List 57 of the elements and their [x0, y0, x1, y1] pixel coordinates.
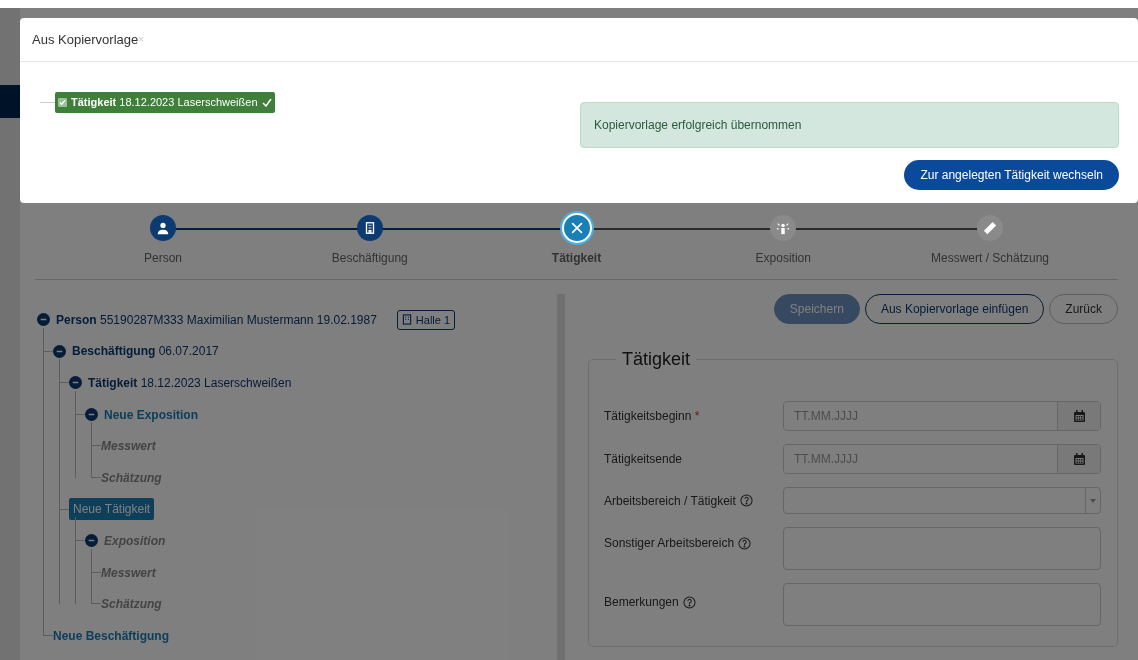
tree-item[interactable]: Messwert	[101, 437, 156, 456]
collapse-icon[interactable]	[69, 376, 82, 390]
location-badge: Halle 1	[396, 309, 456, 331]
calendar-icon	[1073, 410, 1085, 422]
step-label: Person	[144, 250, 182, 267]
calendar-icon	[1073, 453, 1085, 465]
template-item[interactable]: Tätigkeit 18.12.2023 Laserschweißen	[55, 92, 275, 113]
step-marker[interactable]	[356, 215, 383, 241]
modal-title: Aus Kopiervorlage	[32, 30, 139, 49]
step-label: Exposition	[755, 250, 811, 267]
template-label: Tätigkeit 18.12.2023 Laserschweißen	[71, 95, 258, 110]
checkbox[interactable]	[58, 97, 67, 107]
step-marker[interactable]	[770, 215, 797, 241]
tree-item[interactable]: Schätzung	[101, 595, 162, 614]
figure-rays-icon	[776, 221, 791, 235]
select-field[interactable]	[783, 487, 1101, 514]
field-label: Sonstiger Arbeitsbereich	[604, 535, 735, 552]
action-button[interactable]: Zurück	[1049, 294, 1118, 324]
field-label: Arbeitsbereich / Tätigkeit	[604, 492, 736, 510]
caret-icon	[1090, 498, 1096, 503]
step-label: Tätigkeit	[551, 250, 602, 267]
field-label: Tätigkeitsende	[604, 451, 683, 468]
sidebar-highlight	[0, 85, 20, 118]
collapse-icon[interactable]	[85, 534, 98, 548]
help-icon[interactable]	[682, 595, 696, 609]
tree-item[interactable]: Neue Beschäftigung	[53, 626, 169, 645]
primary-button[interactable]: Zur angelegten Tätigkeit wechseln	[904, 160, 1119, 190]
step-label: Messwert / Schätzung	[930, 250, 1050, 267]
collapse-icon[interactable]	[53, 344, 66, 358]
success-alert: Kopiervorlage erfolgreich übernommen	[580, 102, 1119, 148]
close-button[interactable]: ×	[138, 34, 145, 45]
step-marker[interactable]	[977, 215, 1003, 241]
calendar-button[interactable]	[1057, 402, 1100, 430]
tree-item[interactable]: Neue Tätigkeit	[69, 498, 155, 521]
collapse-icon[interactable]	[37, 313, 50, 327]
tree-item[interactable]: Beschäftigung 06.07.2017	[72, 342, 219, 361]
field-label: Bemerkungen	[604, 594, 679, 611]
tree-item[interactable]: Tätigkeit 18.12.2023 Laserschweißen	[88, 374, 292, 392]
tree-item[interactable]: Neue Exposition	[104, 405, 198, 424]
form-title: Tätigkeit	[621, 348, 692, 371]
person-icon	[156, 221, 170, 235]
building-icon	[401, 314, 412, 326]
tree-item[interactable]: Person 55190287M333 Maximilian Mustermann 19.02.1987	[56, 310, 377, 329]
check-icon	[59, 98, 66, 106]
field-label: Tätigkeitsbeginn *	[604, 408, 700, 425]
collapse-icon[interactable]	[85, 408, 98, 422]
help-icon[interactable]	[739, 494, 753, 507]
step-marker[interactable]	[561, 213, 592, 243]
calendar-button[interactable]	[1057, 445, 1100, 473]
tree-item[interactable]: Schätzung	[101, 468, 162, 487]
tree-item[interactable]: Messwert	[101, 563, 156, 582]
help-icon[interactable]	[738, 536, 752, 550]
action-button[interactable]: Aus Kopiervorlage einfügen	[864, 294, 1045, 324]
step-label: Beschäftigung	[331, 250, 408, 267]
step-marker[interactable]	[150, 215, 176, 241]
tree-item[interactable]: Exposition	[104, 531, 166, 550]
ruler-icon	[983, 221, 997, 235]
